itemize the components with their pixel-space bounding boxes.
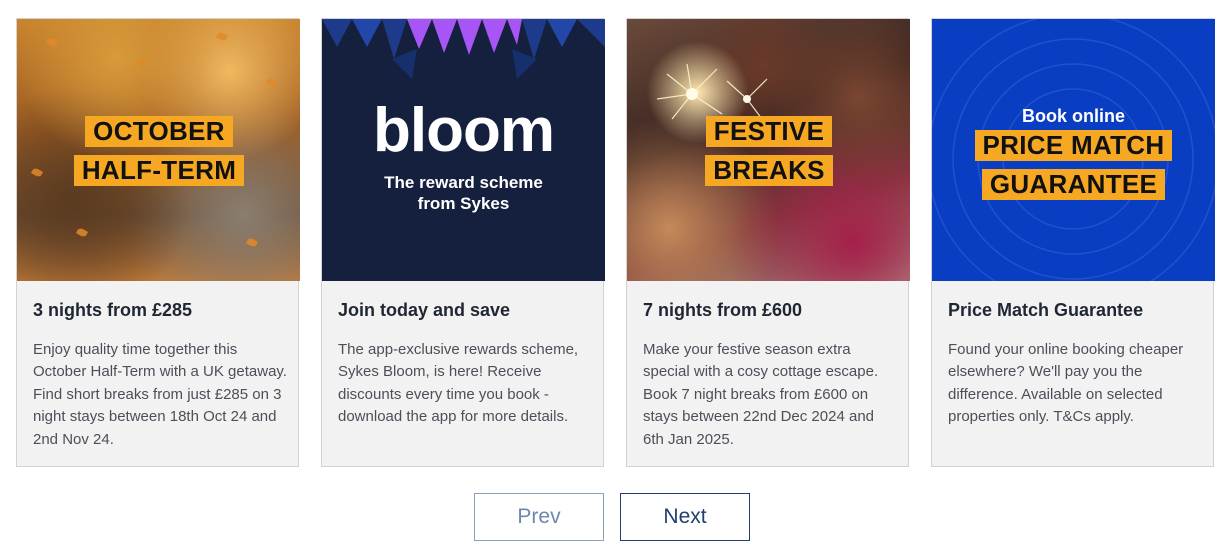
offer-card-price-match[interactable]: Book online PRICE MATCH GUARANTEE Price …	[931, 18, 1215, 467]
tag-line-2: BREAKS	[705, 155, 833, 186]
price-match-image: Book online PRICE MATCH GUARANTEE	[932, 19, 1215, 281]
image-tag: PRICE MATCH GUARANTEE	[963, 130, 1184, 208]
prev-button[interactable]: Prev	[474, 493, 604, 541]
price-heading: Book online	[1022, 106, 1125, 126]
card-title: 3 nights from £285	[33, 300, 193, 320]
card-description: Found your online booking cheaper elsewh…	[948, 341, 1184, 426]
bloom-promo-image: bloom The reward scheme from Sykes	[322, 19, 605, 281]
card-description: Enjoy quality time together this October…	[33, 341, 287, 448]
tag-line-1: PRICE MATCH	[974, 130, 1173, 161]
card-description: Make your festive season extra special w…	[643, 341, 879, 448]
card-description: The app-exclusive rewards scheme, Sykes …	[338, 341, 579, 426]
bloom-logo: bloom	[373, 96, 555, 165]
autumn-family-image: OCTOBER HALF-TERM	[17, 19, 300, 281]
image-tag: FESTIVE BREAKS	[689, 116, 849, 194]
festive-family-image: FESTIVE BREAKS	[627, 19, 910, 281]
tag-line-1: OCTOBER	[85, 116, 233, 147]
tag-line-2: HALF-TERM	[73, 155, 245, 186]
offers-carousel: OCTOBER HALF-TERM 3 nights from £285 Enj…	[16, 18, 1215, 470]
card-title: Join today and save	[338, 300, 511, 320]
offer-card-festive-breaks[interactable]: FESTIVE BREAKS 7 nights from £600 Make y…	[626, 18, 910, 467]
tag-line-1: FESTIVE	[705, 116, 833, 147]
image-tag: OCTOBER HALF-TERM	[69, 116, 249, 194]
card-title: 7 nights from £600	[643, 300, 803, 320]
offer-card-bloom[interactable]: bloom The reward scheme from Sykes Join …	[321, 18, 605, 467]
bloom-pattern-icon	[322, 19, 605, 79]
next-button[interactable]: Next	[620, 493, 750, 541]
tag-line-2: GUARANTEE	[981, 169, 1166, 200]
bloom-subtitle: The reward scheme from Sykes	[384, 173, 543, 213]
card-title: Price Match Guarantee	[948, 300, 1144, 320]
offer-card-october-half-term[interactable]: OCTOBER HALF-TERM 3 nights from £285 Enj…	[16, 18, 300, 467]
